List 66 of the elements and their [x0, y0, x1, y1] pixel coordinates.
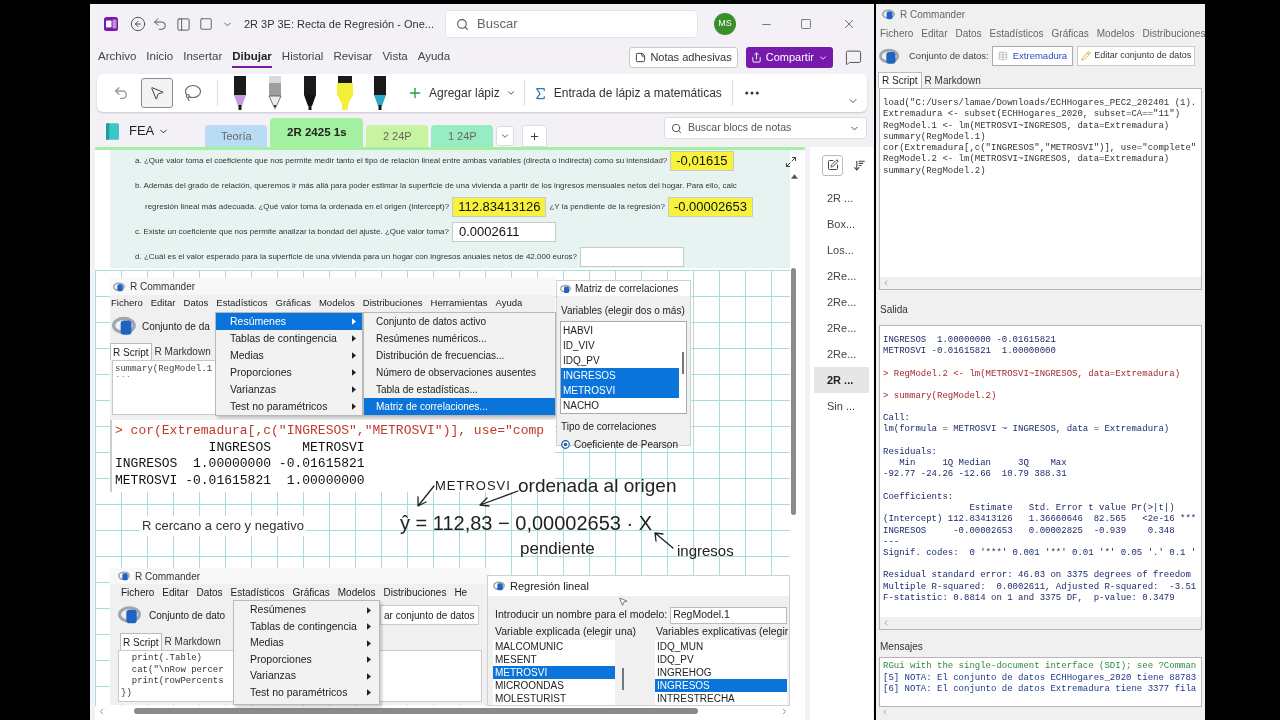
output-line: Residuals: [883, 446, 937, 458]
dataset-label: Conjunto de datos: [909, 48, 989, 63]
console-line: METROSVI -0.01615821 1.00000000 [115, 472, 365, 489]
message-line: RGui with the single-document interface (SDI); see ?Comman [883, 661, 1197, 673]
dialog-title: Regresión lineal [510, 578, 589, 594]
output-line: METROSVI -0.01615821 1.00000000 [883, 346, 1056, 358]
console-command: > cor(Extremadura[,c("INGRESOS","METROSVI")], use="comp [115, 423, 545, 440]
code-line: summary(RegModel.2) [883, 165, 986, 178]
handwritten-equation: ŷ = 112,83 − 0,00002653 · X [400, 511, 653, 536]
code-line: RegModel.1 <- lm(METROSVI~INGRESOS, data=Extremadura) [883, 120, 1170, 132]
field-label: Tipo de correlaciones [561, 420, 657, 434]
code-line: print(.Table) [130, 653, 202, 665]
note-text: R cercano a cero y negativo [140, 516, 306, 536]
code-line: summary(RegModel.1 [115, 364, 213, 375]
question-text: regresión lineal más adecuada. ¿Qué valor toma la ordenada en el origen (intercept)? [145, 200, 450, 213]
dialog-title: Matriz de correlaciones [575, 282, 679, 296]
window-title: 2R 3P 3E: Recta de Regresión - One... [244, 16, 434, 32]
question-text: c. Existe un coeficiente que nos permite analizar la bondad del ajuste. ¿Qué valor toma? [135, 225, 449, 238]
dataset-label: Conjunto de dato [149, 608, 226, 623]
output-line: lm(formula = METROSVI ~ INGRESOS, data = Extremadura) [883, 424, 1170, 436]
handwritten-label: pendiente [520, 538, 595, 560]
window-title: R Commander [135, 569, 201, 584]
handwritten-label: ingresos [677, 541, 734, 561]
output-line: Estimate Std. Error t value Pr(>|t|) [968, 502, 1175, 515]
code-line: cat("\nRow percer [130, 664, 224, 676]
code-line: summary(RegModel.1) [883, 131, 986, 143]
code-line: cor(Extremadura[,c("INGRESOS","METROSVI")], use="complete" [883, 143, 1197, 154]
console-line: INGRESOS METROSVI [207, 439, 365, 456]
output-line: Min 1Q Median 3Q Max [898, 458, 1067, 470]
message-line: [5] NOTA: El conjunto de datos ECHHogares_2020 tiene 88783 [883, 672, 1197, 684]
handwritten-label: ordenada al origen [518, 474, 677, 498]
output-line: F-statistic: 0.8814 on 1 and 3375 DF, p-value: 0.3479 [883, 593, 1175, 605]
code-line: load("C:/Users/lamae/Downloads/ECHHogares_PEC2_202401 (1). [883, 98, 1197, 109]
message-line: [6] NOTA: El conjunto de datos Extremadura tiene 3377 fila [883, 684, 1197, 696]
question-text: b. Además del grado de relación, queremos ir más allá para poder estimar la superficie de una vivienda a partir de los ingresos mensuales netos del hogar. Para ello, calc [135, 179, 737, 192]
command-line: > RegModel.2 <- lm(METROSVI~INGRESOS, data=Extremadura) [883, 368, 1181, 380]
section-label: Mensajes [880, 640, 923, 654]
output-line: INGRESOS -0.00002653 0.00002825 -0.939 0.348 [883, 525, 1175, 537]
command-line: > summary(RegModel.2) [883, 390, 997, 403]
output-line: Call: [883, 413, 910, 424]
question-text: d. ¿Cuál es el valor esperado para la superficie de una vivienda para un hogar con ingresos anuales netos de 42.000 euros? [135, 250, 578, 263]
window-title: R Commander [900, 7, 966, 22]
console-line: INGRESOS 1.00000000 -0.01615821 [115, 456, 365, 473]
code-line: ``` [115, 375, 132, 386]
window-title: R Commander [130, 280, 196, 294]
code-line: Extremadura <- subset(ECHHogares_2020, subset=CA=="11") [883, 109, 1181, 121]
handwritten-label: METROSVI [435, 477, 511, 495]
output-line: Multiple R-squared: 0.0002611, Adjusted R-squared: -3.51 [883, 581, 1197, 593]
question-text: ¿Y la pendiente de la regresión? [549, 200, 665, 213]
output-line: -92.77 -24.26 -12.66 10.79 388.31 [883, 469, 1067, 481]
output-line: --- [883, 536, 900, 548]
output-line: Coefficients: [883, 491, 954, 503]
code-line: RegModel.2 <- lm(METROSVI~INGRESOS, data=Extremadura) [883, 154, 1170, 166]
field-label: Introducir un nombre para el modelo: [495, 607, 668, 623]
field-label: Variable explicada (elegir una) [495, 624, 637, 640]
dataset-label: Conjunto de da [142, 319, 210, 334]
output-line: Signif. codes: 0 '***' 0.001 '**' 0.01 '*' 0.05 '.' 0.1 ' [883, 548, 1197, 560]
section-label: Salida [880, 302, 908, 317]
question-text: a. ¿Qué valor toma el coeficiente que nos permite medir tanto el tipo de relación lineal entre ambas variables (directa o indirecta) como su intensidad? [135, 154, 668, 167]
code-line: }) [121, 687, 132, 699]
code-line: print(rowPercents [130, 676, 224, 688]
output-line: INGRESOS 1.00000000 -0.01615821 [883, 335, 1056, 347]
field-label: Variables explicativas (elegir [656, 624, 789, 640]
output-line: Residual standard error: 46.03 on 3375 degrees of freedom [883, 570, 1191, 582]
field-label: Variables (elegir dos o más) [561, 304, 685, 318]
output-line: (Intercept) 112.83413126 1.36660646 82.565 <2e-16 *** [883, 514, 1197, 526]
